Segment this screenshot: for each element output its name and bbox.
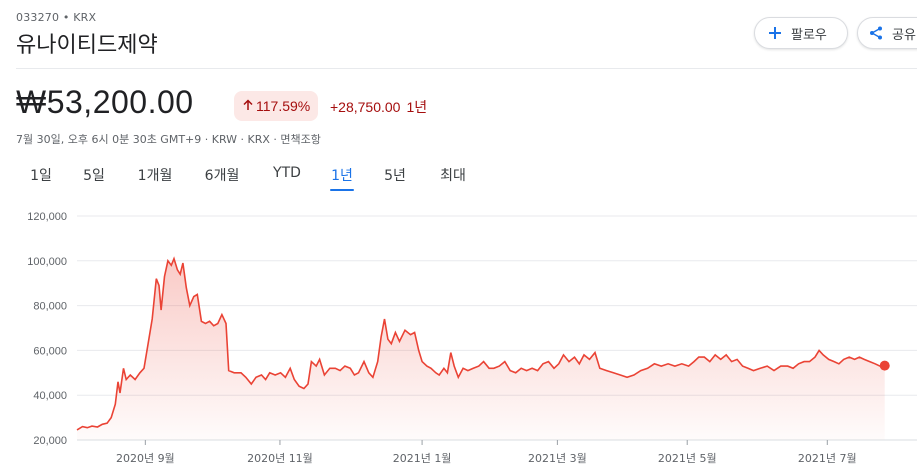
tab-6m[interactable]: 6개월 [203, 165, 241, 189]
x-tick-label: 2020년 9월 [116, 452, 175, 465]
y-tick-label: 40,000 [33, 390, 67, 402]
change-percent: 117.59% [256, 98, 311, 114]
follow-button[interactable]: 팔로우 [754, 17, 848, 49]
x-tick-label: 2021년 7월 [798, 452, 857, 465]
tab-5y[interactable]: 5년 [383, 165, 407, 189]
last-price-dot [879, 360, 890, 371]
y-tick-label: 20,000 [33, 435, 67, 447]
x-tick-label: 2020년 11월 [247, 452, 313, 465]
y-tick-label: 100,000 [27, 256, 67, 268]
y-tick-label: 60,000 [33, 345, 67, 357]
company-name: 유나이티드제약 [16, 33, 158, 58]
arrow-up-icon [242, 98, 254, 114]
x-tick-label: 2021년 3월 [528, 452, 587, 465]
follow-label: 팔로우 [791, 27, 827, 43]
ticker-label: 033270 • KRX [16, 11, 97, 24]
plus-icon [767, 25, 783, 41]
tab-max[interactable]: 최대 [438, 165, 468, 189]
y-axis-labels: 20,000 40,000 60,000 80,000 100,000 120,000 [27, 211, 67, 447]
x-tick-label: 2021년 5월 [658, 452, 717, 465]
tab-5d[interactable]: 5일 [83, 165, 105, 189]
x-tick-label: 2021년 1월 [393, 452, 452, 465]
y-tick-label: 120,000 [27, 211, 67, 223]
tab-ytd[interactable]: YTD [272, 165, 302, 189]
share-button[interactable]: 공유 [857, 17, 917, 49]
price-area [77, 258, 885, 440]
change-percent-badge: 117.59% [234, 91, 319, 121]
share-icon [868, 25, 884, 41]
tab-1d[interactable]: 1일 [30, 165, 52, 189]
tab-1m[interactable]: 1개월 [137, 165, 173, 189]
header-divider [16, 68, 917, 69]
x-axis-ticks: 2020년 9월 2020년 11월 2021년 1월 2021년 3월 2021년 5… [116, 440, 857, 465]
change-absolute: +28,750.00 1년 [330, 97, 427, 117]
change-period: 1년 [406, 99, 428, 115]
price-chart[interactable]: 20,000 40,000 60,000 80,000 100,000 120,000 2… [0, 200, 917, 472]
change-amount: +28,750.00 [330, 99, 401, 115]
tab-1y[interactable]: 1년 [330, 165, 354, 191]
current-price: ₩53,200.00 [16, 84, 194, 120]
share-label: 공유 [892, 27, 916, 43]
quote-meta: 7월 30일, 오후 6시 0분 30초 GMT+9 · KRW · KRX ·… [16, 133, 321, 146]
y-tick-label: 80,000 [33, 301, 67, 313]
